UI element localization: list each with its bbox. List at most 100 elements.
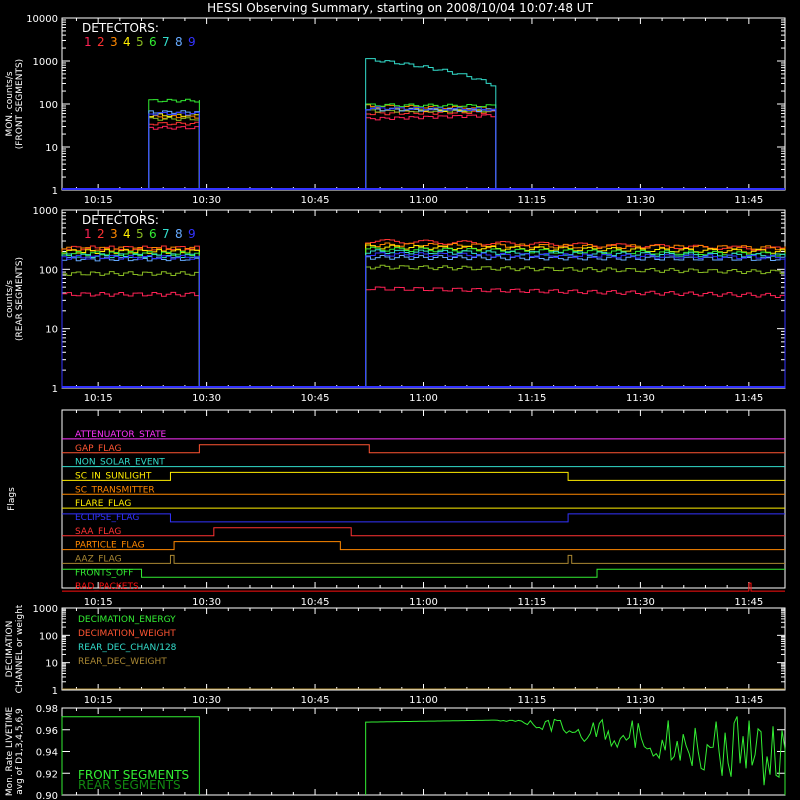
rear-legend-number: 2 <box>97 227 105 241</box>
front-ytick-label: 10 <box>45 143 58 154</box>
rear-series-det5 <box>365 264 786 388</box>
flag-label: SC_TRANSMITTER <box>75 485 155 495</box>
flag-label: GAP_FLAG <box>75 444 121 454</box>
front-legend-number: 4 <box>123 35 131 49</box>
flag-label: PARTICLE_FLAG <box>75 541 145 551</box>
front-legend-number: 6 <box>149 35 157 49</box>
rear-ytick-label: 10 <box>45 325 58 336</box>
flag-label: NON_SOLAR_EVENT <box>75 458 165 468</box>
flag-line-sc_in_sunlight <box>62 471 785 481</box>
rear-ytick-label: 100 <box>39 265 58 276</box>
decimation-legend-entry: DECIMATION_ENERGY <box>78 615 176 625</box>
decimation-legend-entry: DECIMATION_WEIGHT <box>78 629 176 639</box>
flags-xtick-label: 11:00 <box>409 597 438 608</box>
flags-xtick-label: 10:15 <box>84 597 113 608</box>
front-xtick-label: 10:45 <box>301 195 330 206</box>
front-series-det9 <box>365 106 497 190</box>
front-series-det5 <box>365 108 497 190</box>
decimation-xtick-label: 11:15 <box>518 695 547 706</box>
front-series-det7 <box>365 58 497 190</box>
rear-series-det3 <box>61 246 200 388</box>
rear-series-det7 <box>61 253 200 388</box>
front-series-det4 <box>365 107 497 190</box>
front-legend-number: 2 <box>97 35 105 49</box>
flag-label: ECLIPSE_FLAG <box>75 513 139 523</box>
front-xtick-label: 11:45 <box>734 195 763 206</box>
rear-series-det5 <box>61 271 200 388</box>
flag-label: AAZ_FLAG <box>75 554 122 564</box>
rear-series-det2 <box>61 245 200 388</box>
decimation-ytick-label: 1 <box>52 686 58 697</box>
rear-ylabel: counts/s <box>5 280 15 318</box>
decimation-ytick-label: 1000 <box>33 604 58 615</box>
flag-label: FLARE_FLAG <box>75 499 131 509</box>
front-ylabel: (FRONT SEGMENTS) <box>15 59 25 149</box>
flag-line-aaz_flag <box>62 554 785 564</box>
front-series-det2 <box>365 110 497 190</box>
decimation-ylabel: DECIMATION <box>5 621 15 678</box>
rear-xtick-label: 11:00 <box>409 393 438 404</box>
front-legend-number: 7 <box>162 35 170 49</box>
flag-line-gap_flag <box>62 444 785 454</box>
livetime-legend-entry: REAR SEGMENTS <box>78 778 181 792</box>
front-series-det8 <box>148 110 200 190</box>
decimation-xtick-label: 11:45 <box>734 695 763 706</box>
rear-ytick-label: 1000 <box>33 206 58 217</box>
decimation-ylabel: CHANNEL or weight <box>15 604 25 693</box>
decimation-ytick-label: 100 <box>39 631 58 642</box>
rear-legend-number: 5 <box>136 227 144 241</box>
flag-line-eclipse_flag <box>62 513 785 523</box>
chart-title: HESSI Observing Summary, starting on 200… <box>207 1 593 15</box>
hessi-summary-plot: HESSI Observing Summary, starting on 200… <box>5 1 786 800</box>
front-series-det2 <box>148 121 200 190</box>
rear-legend-number: 6 <box>149 227 157 241</box>
flags-xtick-label: 11:45 <box>734 597 763 608</box>
rear-legend-number: 7 <box>162 227 170 241</box>
rear-xtick-label: 10:45 <box>301 393 330 404</box>
front-ytick-label: 1 <box>52 186 58 197</box>
livetime-series-front <box>365 716 786 795</box>
rear-xtick-label: 11:30 <box>626 393 655 404</box>
front-ylabel: MON. counts/s <box>5 71 15 136</box>
front-legend-number: 3 <box>110 35 118 49</box>
flags-xtick-label: 10:30 <box>192 597 221 608</box>
rear-ylabel: (REAR SEGMENTS) <box>15 257 25 341</box>
flag-label: FRONTS_OFF <box>75 568 133 578</box>
front-legend-title: DETECTORS: <box>82 21 159 35</box>
rear-legend-number: 3 <box>110 227 118 241</box>
flags-xtick-label: 11:15 <box>518 597 547 608</box>
flag-label: ATTENUATOR_STATE <box>75 430 167 440</box>
rear-xtick-label: 10:30 <box>192 393 221 404</box>
front-xtick-label: 11:15 <box>518 195 547 206</box>
front-legend-number: 9 <box>188 35 196 49</box>
rear-series-det3 <box>365 242 786 388</box>
decimation-xtick-label: 10:45 <box>301 695 330 706</box>
rear-legend-number: 9 <box>188 227 196 241</box>
livetime-ylabel: Mon. Rate LIVETIME <box>5 707 15 797</box>
rear-frame <box>61 209 786 389</box>
livetime-ytick-label: 0.92 <box>36 769 58 780</box>
livetime-ytick-label: 0.90 <box>36 791 58 800</box>
front-legend-number: 8 <box>175 35 183 49</box>
flag-line-saa_flag <box>62 527 785 537</box>
decimation-legend-entry: REAR_DEC_WEIGHT <box>78 657 167 667</box>
front-ytick-label: 100 <box>39 100 58 111</box>
livetime-ytick-label: 0.98 <box>36 704 58 715</box>
decimation-xtick-label: 10:15 <box>84 695 113 706</box>
flag-label: SC_IN_SUNLIGHT <box>75 471 152 481</box>
flag-line-particle_flag <box>62 541 785 551</box>
front-xtick-label: 11:00 <box>409 195 438 206</box>
rear-series-det8 <box>365 254 786 388</box>
front-xtick-label: 11:30 <box>626 195 655 206</box>
rear-legend-number: 1 <box>84 227 92 241</box>
front-series-det1 <box>148 125 200 190</box>
flag-label: SAA_FLAG <box>75 527 121 537</box>
front-legend-number: 1 <box>84 35 92 49</box>
flags-xtick-label: 11:30 <box>626 597 655 608</box>
livetime-ytick-label: 0.96 <box>36 726 58 737</box>
decimation-xtick-label: 11:00 <box>409 695 438 706</box>
front-series-det8 <box>365 107 497 190</box>
front-ytick-label: 1000 <box>33 57 58 68</box>
decimation-xtick-label: 10:30 <box>192 695 221 706</box>
flag-label: BAD_PACKETS <box>75 582 139 592</box>
